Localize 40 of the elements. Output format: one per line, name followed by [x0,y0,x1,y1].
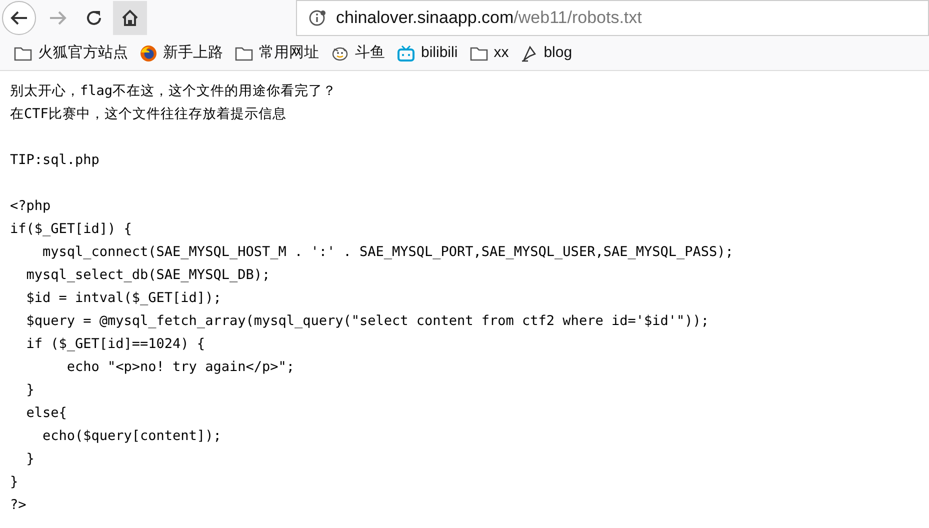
folder-icon [235,46,253,60]
bookmark-link[interactable]: xx [470,42,509,64]
bookmark-link[interactable]: 常用网址 [235,42,319,64]
bookmark-link[interactable]: 斗鱼 [331,42,385,64]
bookmark-link[interactable]: 新手上路 [140,42,223,64]
folder-icon [14,46,32,60]
tv-icon [397,44,415,62]
text-line: } [10,474,18,490]
pen-icon [520,44,538,62]
url-text: chinalover.sinaapp.com/web11/robots.txt [336,7,642,30]
text-line: mysql_select_db(SAE_MYSQL_DB); [25,267,270,283]
home-icon [121,9,139,27]
back-button[interactable] [2,1,36,35]
globe-icon [140,44,157,62]
address-bar[interactable]: chinalover.sinaapp.com/web11/robots.txt [296,0,929,36]
text-line: mysql_connect(SAE_MYSQL_HOST_M . ':' . SAE_MYSQL_PORT,SAE_MYSQL_USER,SAE_MYSQL_PASS); [42,244,734,260]
text-line: else{ [25,405,67,421]
text-line: echo($query[content]); [42,428,222,444]
reload-icon [85,9,103,27]
text-line: TIP:sql.php [10,152,100,168]
home-button[interactable] [113,1,147,35]
text-line: $id = intval($_GET[id]); [25,290,222,306]
text-line: 别太开心，flag不在这，这个文件的用途你看完了？ [10,83,337,99]
folder-icon [470,46,488,60]
text-line: ?> [10,497,26,513]
info-icon [309,9,327,27]
back-arrow-icon [10,10,28,26]
text-line: if($_GET[id]) { [10,221,132,237]
bookmark-link[interactable]: 火狐官方站点 [14,42,128,64]
text-line: $query = @mysql_fetch_array(mysql_query("select content from ctf2 where id='$id'")); [25,313,709,329]
forward-arrow-icon [49,10,67,26]
text-line: } [25,382,34,398]
text-line: } [25,451,34,467]
text-line: <?php [10,198,51,214]
text-line: 在CTF比赛中，这个文件往往存放着提示信息 [10,106,286,122]
bookmark-link[interactable]: blog [520,42,572,64]
text-line: if ($_GET[id]==1024) { [25,336,206,352]
bookmark-link[interactable]: bilibili [397,42,458,64]
fish-icon [331,44,349,62]
text-line: echo "<p>no! try again</p>"; [66,359,294,375]
